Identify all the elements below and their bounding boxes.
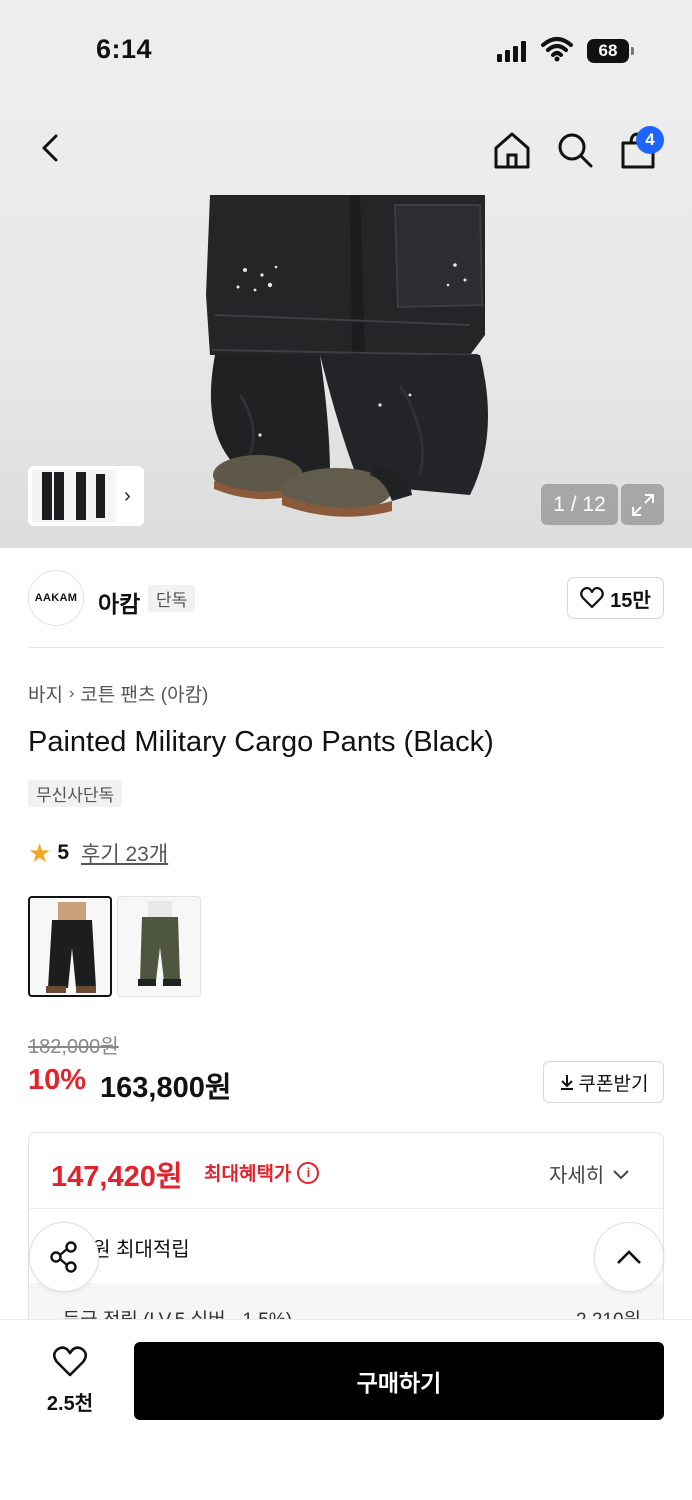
max-benefit-label-text: 최대혜택가 <box>204 1164 292 1185</box>
heart-icon <box>580 587 605 609</box>
brand-exclusive-tag: 단독 <box>148 585 196 612</box>
gallery-thumbnail-strip[interactable]: › <box>28 466 144 526</box>
color-option-black[interactable] <box>28 896 112 997</box>
gallery-thumbnail[interactable] <box>32 470 116 522</box>
benefit-detail-toggle[interactable]: 자세히 <box>549 1159 630 1188</box>
coupon-label: 쿠폰받기 <box>578 1073 649 1095</box>
discount-rate: 10% <box>28 1064 87 1096</box>
chevron-right-icon[interactable]: › <box>124 485 131 508</box>
breadcrumb: 바지 › 코튼 팬츠 (아캄) <box>28 680 208 707</box>
brand-name[interactable]: 아캄 <box>98 585 140 619</box>
rating-score: 5 <box>57 841 69 864</box>
coupon-download-button[interactable]: 쿠폰받기 <box>543 1061 664 1103</box>
wifi-icon <box>541 37 573 62</box>
divider <box>29 1208 663 1209</box>
info-icon[interactable]: i <box>297 1161 320 1184</box>
rating-row: ★ 5 후기 23개 <box>28 838 168 868</box>
chevron-down-icon <box>613 1169 629 1179</box>
chevron-right-icon: › <box>68 684 75 702</box>
product-gallery[interactable]: 4 › 1 / 12 <box>0 100 692 548</box>
breadcrumb-subcategory[interactable]: 코튼 팬츠 (아캄) <box>80 680 208 707</box>
share-icon <box>50 1241 77 1273</box>
status-bar: 6:14 68 <box>0 0 692 100</box>
battery-nub <box>631 47 634 55</box>
chevron-up-icon <box>617 1250 641 1264</box>
original-price: 182,000원 <box>28 1036 119 1058</box>
max-benefit-price: 147,420원 <box>51 1161 183 1193</box>
max-benefit-panel: 147,420원 최대혜택가 i 자세히 0원 최대적립 · 등급 적립 (LV… <box>28 1132 664 1332</box>
brand-like-button[interactable]: 15만 <box>567 577 664 619</box>
scroll-to-top-button[interactable] <box>594 1222 664 1292</box>
reviews-link[interactable]: 후기 23개 <box>81 838 168 868</box>
brand-like-count: 15만 <box>610 589 651 612</box>
cart-count-badge: 4 <box>636 126 664 154</box>
expand-icon[interactable] <box>621 484 664 525</box>
buy-button[interactable]: 구매하기 <box>134 1342 664 1420</box>
share-button[interactable] <box>29 1222 99 1292</box>
brand-logo[interactable]: AAKAM <box>28 570 84 626</box>
product-title: Painted Military Cargo Pants (Black) <box>28 726 494 758</box>
color-option-khaki[interactable] <box>117 896 201 997</box>
bottom-action-bar: 2.5천 구매하기 <box>0 1319 692 1500</box>
status-time: 6:14 <box>96 34 153 64</box>
exclusive-tag: 무신사단독 <box>28 780 123 807</box>
download-icon <box>560 1075 573 1090</box>
wishlist-button[interactable]: 2.5천 <box>30 1346 110 1416</box>
wishlist-count: 2.5천 <box>46 1393 94 1415</box>
max-benefit-label: 최대혜택가 i <box>204 1159 320 1186</box>
cellular-signal-icon <box>497 40 526 62</box>
detail-label: 자세히 <box>549 1165 605 1187</box>
home-icon[interactable] <box>492 130 532 170</box>
heart-icon <box>52 1346 88 1377</box>
search-icon[interactable] <box>555 130 595 170</box>
battery-icon: 68 <box>587 39 629 63</box>
divider <box>28 647 664 648</box>
back-icon[interactable] <box>30 128 70 168</box>
breadcrumb-category[interactable]: 바지 <box>28 680 63 707</box>
sale-price: 163,800원 <box>100 1072 232 1104</box>
star-icon: ★ <box>28 838 52 868</box>
gallery-page-indicator: 1 / 12 <box>541 484 618 525</box>
